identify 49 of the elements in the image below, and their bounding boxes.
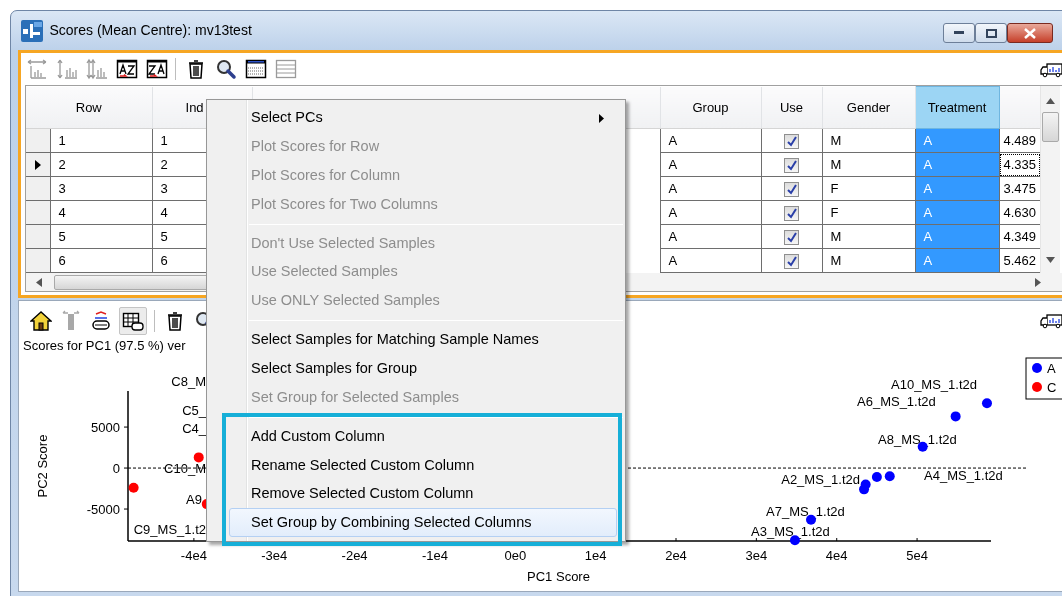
table-cell: 6	[50, 248, 152, 273]
table-cell: M	[822, 224, 915, 249]
axis-title: PC1 Score	[527, 569, 590, 584]
data-label: A4_MS_1.t2d	[924, 468, 1003, 483]
data-label: C4_	[182, 421, 206, 436]
data-label: A8_MS_1.t2d	[878, 432, 957, 447]
table-cell: 1	[50, 128, 152, 153]
tick-label: 2e4	[665, 548, 687, 563]
tick-label: 5e4	[906, 548, 928, 563]
data-label: C5_	[182, 403, 206, 418]
table-cell: A	[660, 224, 761, 249]
table-cell: A	[660, 248, 761, 273]
tick-label: 0	[112, 461, 120, 477]
table-cell: 3	[50, 176, 152, 201]
tick-label: -4e4	[180, 548, 207, 563]
table-cell: M	[822, 248, 915, 273]
chart-title: Scores for PC1 (97.5 %) ver	[22, 337, 186, 355]
table-cell: F	[822, 176, 915, 201]
tick-label: -1e4	[421, 548, 448, 563]
table-cell: M	[822, 152, 915, 177]
table-cell: 4	[50, 200, 152, 225]
legend-label: A	[1047, 361, 1056, 376]
tick-label: -2e4	[341, 548, 368, 563]
tick-label: 5000	[91, 420, 120, 436]
tick-label: 3e4	[745, 548, 768, 563]
table-cell: 5	[50, 224, 152, 249]
window-title: Scores (Mean Centre): mv13test	[49, 21, 252, 40]
data-label: A3_MS_1.t2d	[751, 524, 830, 539]
data-label: A9	[186, 492, 202, 507]
table-cell: F	[822, 200, 915, 225]
tick-label: 1e4	[584, 548, 607, 563]
data-label: C9_MS_1.t2	[133, 522, 206, 537]
axis-title: PC2 Score	[35, 434, 50, 498]
table-cell: A	[660, 128, 761, 153]
data-label: C8_M	[171, 374, 206, 389]
table-cell: M	[822, 128, 915, 153]
tick-label: -3e4	[261, 548, 288, 563]
table-cell: A	[660, 200, 761, 225]
tick-label: 0e0	[504, 548, 527, 563]
legend-label: C	[1047, 380, 1057, 395]
table-cell: A	[660, 176, 761, 201]
data-label: A2_MS_1.t2d	[781, 472, 860, 487]
data-label: C10_M	[164, 461, 206, 476]
tick-label: 4e4	[825, 548, 848, 563]
tick-label: -5000	[86, 502, 120, 518]
data-label: A10_MS_1.t2d	[891, 377, 977, 392]
data-label: A6_MS_1.t2d	[857, 394, 936, 409]
table-cell: A	[660, 152, 761, 177]
table-cell: 2	[50, 152, 152, 177]
